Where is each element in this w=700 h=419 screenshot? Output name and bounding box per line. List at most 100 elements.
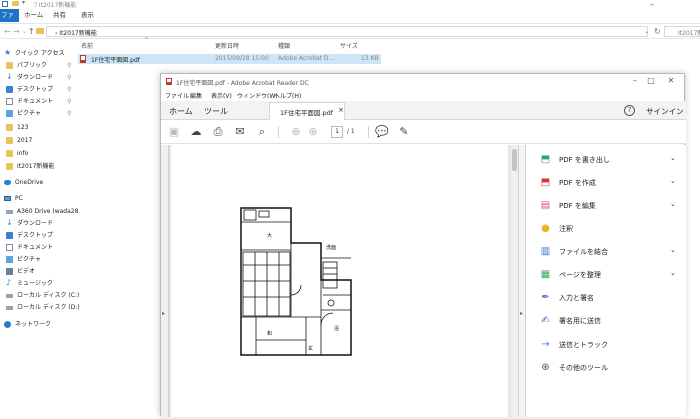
nav-documents[interactable]: ドキュメント ⚲ xyxy=(6,96,76,107)
customize-qa-icon[interactable]: ▾ xyxy=(22,0,25,6)
chevron-down-icon[interactable]: ⌄ xyxy=(670,246,676,254)
nav-folder-info[interactable]: info xyxy=(6,148,76,159)
nav-downloads[interactable]: ↓ ダウンロード ⚲ xyxy=(6,72,76,83)
tool-create-pdf[interactable]: ⬒ PDF を作成 ⌄ xyxy=(536,175,681,191)
nav-pc-music[interactable]: ♪ ミュージック xyxy=(6,278,76,289)
close-button[interactable]: ✕ xyxy=(661,76,681,85)
chevron-down-icon[interactable]: ⌄ xyxy=(670,177,676,185)
nav-folder-it2017[interactable]: It2017新機能 xyxy=(6,161,76,172)
previous-page-icon[interactable]: ⊕ xyxy=(289,125,303,139)
tool-send-for-signature[interactable]: ✍ 署名用に送信 xyxy=(536,313,681,329)
menu-help[interactable]: ヘルプ(H) xyxy=(274,91,301,100)
drive-icon xyxy=(6,210,13,214)
tab-view[interactable]: 表示 xyxy=(81,9,94,22)
search-input[interactable]: It2017新機能 xyxy=(664,26,700,37)
column-header-name[interactable]: 名前 xyxy=(81,41,93,50)
nav-desktop[interactable]: デスクトップ ⚲ xyxy=(6,84,76,95)
save-icon[interactable]: ▣ xyxy=(167,125,181,139)
menu-edit[interactable]: 編集 xyxy=(190,91,202,100)
comment-icon[interactable]: 💬 xyxy=(375,125,389,139)
minimize-button[interactable]: – xyxy=(650,0,654,9)
right-pane-handle[interactable]: ▸ xyxy=(518,145,526,417)
nav-network[interactable]: ネットワーク xyxy=(4,319,74,330)
tab-document[interactable]: 1F住宅平面図.pdf × xyxy=(269,102,345,120)
tool-fill-sign[interactable]: ✒ 入力と署名 xyxy=(536,290,681,306)
pin-icon[interactable]: ⚲ xyxy=(67,60,71,71)
tool-more-tools[interactable]: ⊕ その他のツール xyxy=(536,360,681,376)
tab-share[interactable]: 共有 xyxy=(53,9,66,22)
print-icon[interactable]: ⎙ xyxy=(211,125,225,139)
back-button[interactable]: ← xyxy=(4,27,11,36)
new-folder-icon[interactable] xyxy=(12,1,19,6)
tools-pane: ⬒ PDF を書き出し ⌄ ⬒ PDF を作成 ⌄ ▤ PDF を編集 ⌄ ● 注釈 ▥ ファイ… xyxy=(526,145,686,417)
nav-pictures[interactable]: ピクチャ ⚲ xyxy=(6,108,76,119)
pin-icon[interactable]: ⚲ xyxy=(67,108,71,119)
address-field[interactable]: › It2017新機能 xyxy=(46,26,648,37)
menu-view[interactable]: 表示(V) xyxy=(211,91,232,100)
nav-onedrive[interactable]: OneDrive xyxy=(4,177,74,188)
nav-quick-access[interactable]: ★ クイック アクセス xyxy=(4,48,74,59)
tab-file[interactable]: ファイル xyxy=(0,9,19,32)
column-header-size[interactable]: サイズ xyxy=(340,41,358,50)
nav-pc-documents[interactable]: ドキュメント xyxy=(6,242,76,253)
next-page-icon[interactable]: ⊕ xyxy=(306,125,320,139)
pen-icon[interactable]: ✎ xyxy=(397,125,411,139)
properties-icon[interactable] xyxy=(2,1,8,7)
maximize-button[interactable]: □ xyxy=(641,76,661,85)
acrobat-app-icon xyxy=(166,78,172,85)
close-tab-icon[interactable]: × xyxy=(338,106,344,114)
table-row[interactable]: 1F住宅平面図.pdf 2015/09/28 15:00 Adobe Acrob… xyxy=(78,54,381,64)
left-pane-handle[interactable]: ▸ xyxy=(161,145,169,417)
up-button[interactable]: ↑ xyxy=(28,27,35,36)
nav-pc[interactable]: PC xyxy=(4,193,74,204)
pin-icon[interactable]: ⚲ xyxy=(67,84,71,95)
nav-pc-pictures[interactable]: ピクチャ xyxy=(6,254,76,265)
nav-pc-desktop[interactable]: デスクトップ xyxy=(6,230,76,241)
scrollbar-thumb[interactable] xyxy=(512,149,517,171)
desktop-icon xyxy=(6,232,13,239)
vertical-scrollbar[interactable] xyxy=(511,145,518,417)
nav-disk-c[interactable]: ローカル ディスク (C:) xyxy=(6,290,79,301)
sign-in-link[interactable]: サインイン xyxy=(646,106,684,117)
nav-folder-123[interactable]: 123 xyxy=(6,122,76,133)
address-path: › It2017新機能 xyxy=(55,30,97,37)
tool-organize-pages[interactable]: ▦ ページを整理 ⌄ xyxy=(536,267,681,283)
menu-file[interactable]: ファイル xyxy=(165,91,189,100)
tab-home[interactable]: ホーム xyxy=(24,9,43,22)
tab-tools[interactable]: ツール xyxy=(204,106,228,117)
column-header-date[interactable]: 更新日時 xyxy=(215,41,239,50)
menu-window[interactable]: ウィンドウ(W) xyxy=(237,91,278,100)
tool-edit-pdf[interactable]: ▤ PDF を編集 ⌄ xyxy=(536,198,681,214)
tool-export-pdf[interactable]: ⬒ PDF を書き出し ⌄ xyxy=(536,152,681,168)
upload-cloud-icon[interactable]: ☁ xyxy=(189,125,203,139)
explorer-title-bar: ▾ ﾌ It2017新機能 – xyxy=(0,0,700,9)
tool-comment[interactable]: ● 注釈 xyxy=(536,221,681,237)
pin-icon[interactable]: ⚲ xyxy=(67,96,71,107)
expand-right-icon[interactable]: ▸ xyxy=(520,310,523,317)
send-track-icon: → xyxy=(541,339,550,350)
chevron-down-icon[interactable]: ⌄ xyxy=(670,154,676,162)
email-icon[interactable]: ✉ xyxy=(233,125,247,139)
search-icon[interactable]: ⌕ xyxy=(255,125,269,139)
recent-dropdown-icon[interactable]: ⌄ xyxy=(22,28,27,35)
tool-send-track[interactable]: → 送信とトラック xyxy=(536,337,681,353)
column-header-type[interactable]: 種類 xyxy=(278,41,290,50)
onedrive-icon xyxy=(4,180,11,185)
nav-pc-videos[interactable]: ビデオ xyxy=(6,266,76,277)
tab-home[interactable]: ホーム xyxy=(169,106,193,117)
nav-a360-drive[interactable]: A360 Drive (wada28 xyxy=(6,206,78,217)
forward-button[interactable]: → xyxy=(13,27,20,36)
help-icon[interactable]: ? xyxy=(624,105,635,116)
chevron-down-icon[interactable]: ⌄ xyxy=(670,200,676,208)
nav-disk-d[interactable]: ローカル ディスク (D:) xyxy=(6,302,80,313)
nav-public[interactable]: パブリック ⚲ xyxy=(6,60,76,71)
tool-combine-files[interactable]: ▥ ファイルを結合 ⌄ xyxy=(536,244,681,260)
address-dropdown-icon[interactable]: ⌄ xyxy=(644,28,649,35)
nav-folder-2017[interactable]: 2017 xyxy=(6,135,76,146)
expand-left-icon[interactable]: ▸ xyxy=(162,310,165,317)
refresh-button[interactable]: ↻ xyxy=(654,27,661,36)
page-number-input[interactable]: 1 xyxy=(331,126,343,138)
chevron-down-icon[interactable]: ⌄ xyxy=(670,269,676,277)
pin-icon[interactable]: ⚲ xyxy=(67,72,71,83)
nav-pc-downloads[interactable]: ↓ ダウンロード xyxy=(6,218,76,229)
